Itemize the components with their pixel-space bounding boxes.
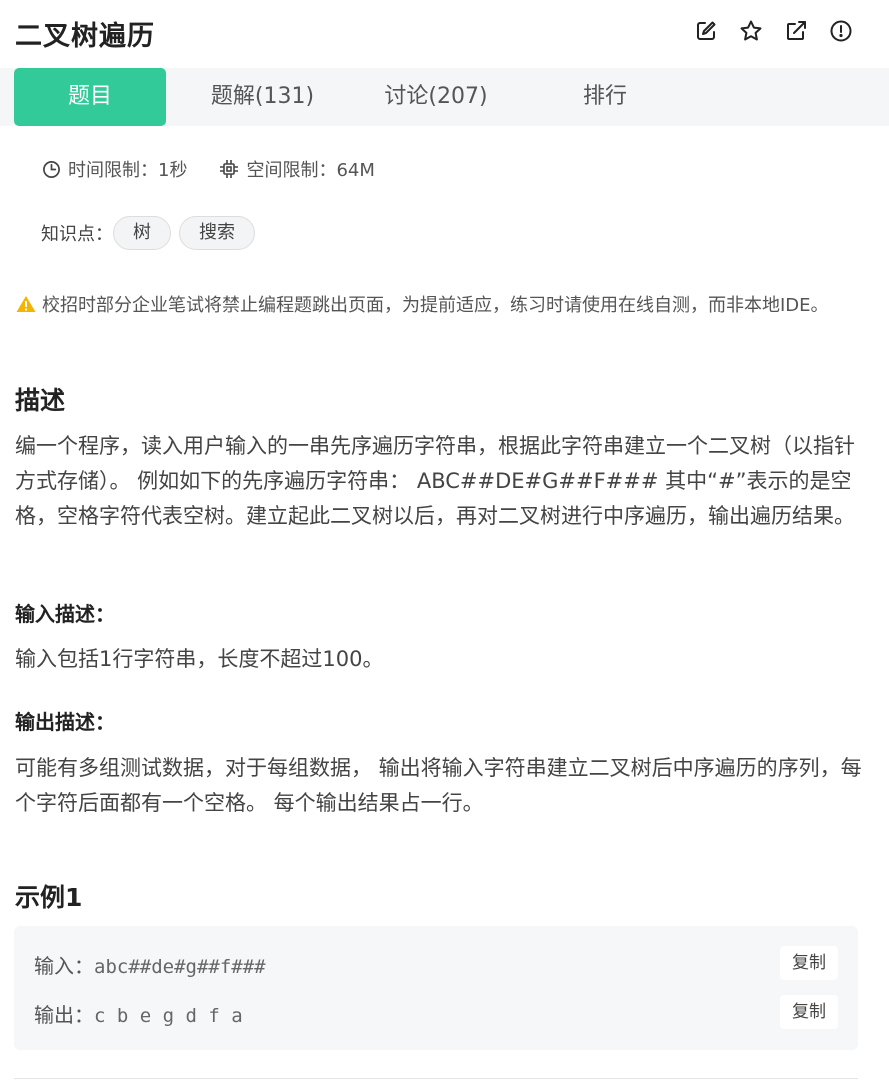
space-limit-text: 空间限制：64M	[246, 160, 375, 181]
star-icon[interactable]	[739, 19, 763, 43]
notice-banner: 校招时部分企业笔试将禁止编程题跳出页面，为提前适应，练习时请使用在线自测，而非本…	[16, 292, 866, 322]
external-link-icon[interactable]	[784, 19, 808, 43]
tag-tree[interactable]: 树	[113, 216, 171, 250]
page-header: 二叉树遍历	[0, 0, 889, 68]
tab-ranking[interactable]: 排行	[540, 68, 670, 126]
knowledge-points: 知识点： 树 搜索	[41, 216, 263, 250]
header-actions	[694, 19, 853, 43]
input-desc-text: 输入包括1行字符串，长度不超过100。	[15, 647, 384, 671]
clock-icon	[43, 160, 60, 178]
input-desc-heading: 输入描述：	[15, 602, 115, 626]
output-desc-heading: 输出描述：	[15, 710, 115, 734]
example-heading: 示例1	[15, 883, 83, 912]
info-icon[interactable]	[829, 19, 853, 43]
example-output-row: 输出：c b e g d f a	[34, 999, 243, 1028]
problem-limits: 时间限制：1秒 空间限制：64M	[42, 156, 407, 182]
divider	[14, 1078, 858, 1079]
page-title: 二叉树遍历	[15, 21, 155, 52]
description-text: 编一个程序，读入用户输入的一串先序遍历字符串，根据此字符串建立一个二叉树（以指针…	[15, 434, 855, 528]
tag-search[interactable]: 搜索	[179, 216, 255, 250]
example-input-label: 输入：	[34, 954, 94, 978]
copy-output-button[interactable]: 复制	[780, 995, 838, 1029]
copy-input-button[interactable]: 复制	[780, 946, 838, 980]
tab-discussion[interactable]: 讨论(207)	[356, 68, 516, 126]
example-input-value: abc##de#g##f###	[94, 956, 266, 978]
time-limit: 时间限制：1秒	[42, 156, 187, 182]
edit-icon[interactable]	[694, 19, 718, 43]
chip-icon	[220, 160, 239, 178]
example-box: 输入：abc##de#g##f### 复制 输出：c b e g d f a 复…	[14, 926, 858, 1050]
example-output-label: 输出：	[34, 1003, 94, 1027]
space-limit: 空间限制：64M	[219, 156, 375, 182]
tab-problem[interactable]: 题目	[14, 68, 166, 126]
warning-icon	[16, 294, 36, 322]
example-output-value: c b e g d f a	[94, 1005, 243, 1027]
time-limit-text: 时间限制：1秒	[68, 160, 188, 181]
knowledge-label: 知识点：	[41, 224, 113, 245]
output-desc-text: 可能有多组测试数据，对于每组数据， 输出将输入字符串建立二叉树后中序遍历的序列，…	[15, 756, 862, 815]
notice-text: 校招时部分企业笔试将禁止编程题跳出页面，为提前适应，练习时请使用在线自测，而非本…	[42, 295, 829, 316]
tab-solutions[interactable]: 题解(131)	[180, 68, 345, 126]
example-input-row: 输入：abc##de#g##f###	[34, 950, 266, 979]
description-heading: 描述	[15, 386, 66, 415]
tab-bar: 题目 题解(131) 讨论(207) 排行	[0, 68, 889, 126]
